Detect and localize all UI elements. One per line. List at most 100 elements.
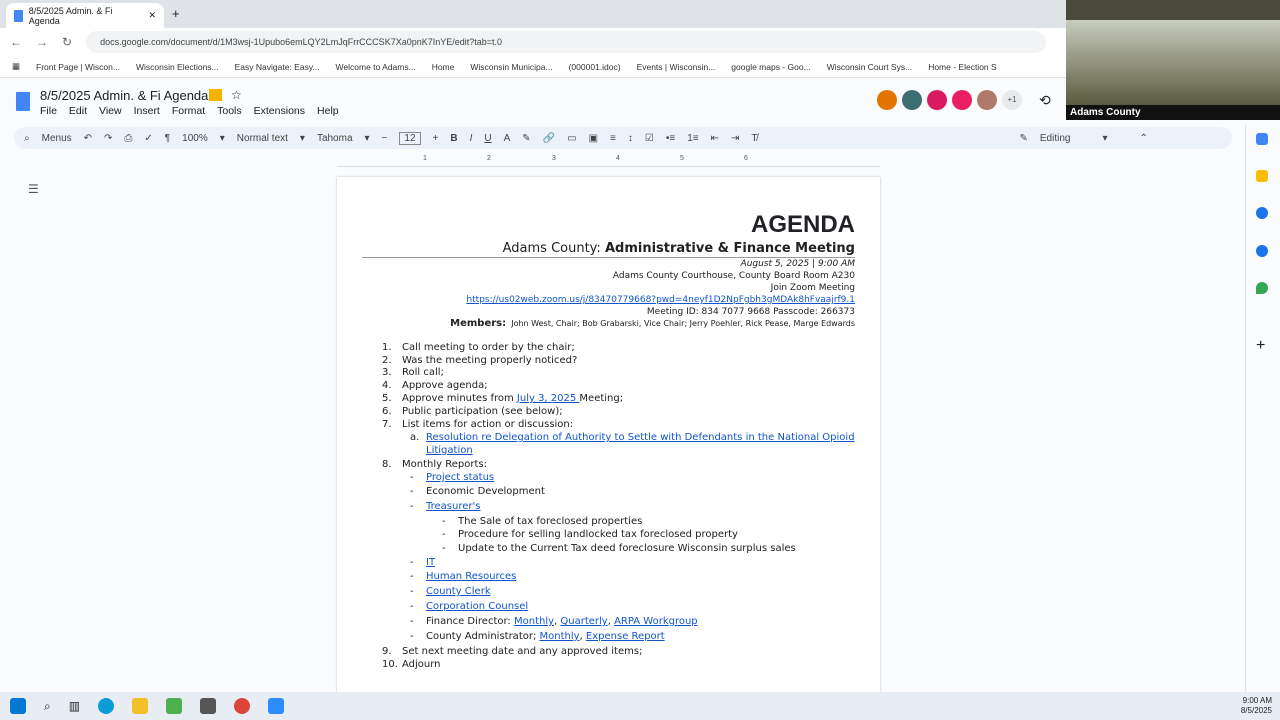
edge-icon[interactable] (98, 698, 115, 714)
maps-icon[interactable] (1256, 282, 1268, 294)
avatar[interactable] (927, 90, 947, 110)
item-link[interactable]: Monthly (514, 616, 554, 627)
bullet-list-icon[interactable]: •≡ (666, 133, 675, 144)
ruler[interactable]: 1 2 3 4 5 6 (337, 155, 880, 167)
tasks-icon[interactable] (1256, 207, 1268, 219)
bookmark[interactable]: Welcome to Adams... (336, 62, 416, 72)
bookmark[interactable]: (000001.idoc) (569, 62, 621, 72)
redo-icon[interactable]: ↷ (104, 133, 112, 144)
new-tab-icon[interactable]: + (172, 6, 180, 21)
contacts-icon[interactable] (1256, 245, 1268, 257)
item-link[interactable]: IT (426, 557, 435, 568)
menu-edit[interactable]: Edit (69, 105, 87, 117)
editing-mode-select[interactable]: Editing (1040, 133, 1071, 144)
item-link[interactable]: Corporation Counsel (426, 601, 528, 612)
menu-tools[interactable]: Tools (217, 105, 242, 117)
menu-help[interactable]: Help (317, 105, 339, 117)
item-link[interactable]: Project status (426, 472, 494, 483)
numbered-list-icon[interactable]: 1≡ (687, 133, 698, 144)
item-link[interactable]: Human Resources (426, 571, 516, 582)
menu-view[interactable]: View (99, 105, 122, 117)
clock[interactable]: 9:00 AM 8/5/2025 (1241, 696, 1272, 716)
paint-format-icon[interactable]: ¶ (165, 133, 170, 144)
font-select[interactable]: Tahoma (317, 133, 353, 144)
item-link[interactable]: July 3, 2025 (517, 393, 580, 404)
decrease-size-icon[interactable]: − (382, 133, 388, 144)
close-icon[interactable]: ✕ (148, 10, 156, 21)
print-icon[interactable]: ⎙ (124, 133, 132, 144)
chrome-icon[interactable] (234, 698, 251, 714)
indent-increase-icon[interactable]: ⇥ (731, 133, 739, 144)
bookmark[interactable]: Home - Election S (928, 62, 997, 72)
bold-icon[interactable]: B (450, 133, 457, 144)
search-icon[interactable]: ⌕ (44, 699, 51, 714)
bookmark[interactable]: Home (432, 62, 455, 72)
item-link[interactable]: Quarterly (560, 616, 607, 627)
indent-decrease-icon[interactable]: ⇤ (711, 133, 719, 144)
text-color-icon[interactable]: A (504, 133, 511, 144)
item-link[interactable]: Resolution re Delegation of Authority to… (426, 432, 855, 443)
browser-tab[interactable]: 8/5/2025 Admin. & Fi Agenda ✕ (6, 3, 164, 28)
outline-icon[interactable]: ☰ (28, 182, 39, 196)
style-select[interactable]: Normal text (237, 133, 288, 144)
back-icon[interactable]: ← (10, 35, 22, 49)
keep-icon[interactable] (1256, 170, 1268, 182)
menu-insert[interactable]: Insert (134, 105, 160, 117)
bookmark[interactable]: Front Page | Wiscon... (36, 62, 120, 72)
bookmark[interactable]: Wisconsin Elections... (136, 62, 219, 72)
bookmark[interactable]: Wisconsin Court Sys... (827, 62, 913, 72)
video-overlay[interactable]: Adams County (1066, 0, 1280, 120)
file-explorer-icon[interactable] (132, 698, 149, 714)
font-size-input[interactable]: 12 (399, 131, 421, 145)
spellcheck-icon[interactable]: ✓ (144, 133, 152, 144)
menu-extensions[interactable]: Extensions (254, 105, 305, 117)
align-icon[interactable]: ≡ (610, 133, 616, 144)
document-title[interactable]: 8/5/2025 Admin. & Fi Agenda (40, 88, 208, 103)
forward-icon[interactable]: → (36, 35, 48, 49)
folder-icon[interactable] (209, 89, 222, 101)
star-icon[interactable]: ☆ (231, 88, 242, 102)
link-icon[interactable]: 🔗 (543, 133, 555, 144)
line-spacing-icon[interactable]: ↕ (628, 133, 633, 144)
undo-icon[interactable]: ↶ (84, 133, 92, 144)
bookmark[interactable]: Events | Wisconsin... (637, 62, 716, 72)
item-link[interactable]: County Clerk (426, 586, 491, 597)
app-icon[interactable] (200, 698, 217, 714)
underline-icon[interactable]: U (484, 133, 491, 144)
item-link[interactable]: Monthly (540, 631, 580, 642)
increase-size-icon[interactable]: + (433, 133, 439, 144)
add-addon-icon[interactable]: + (1256, 337, 1265, 355)
zoom-link[interactable]: https://us02web.zoom.us/j/83470779668?pw… (466, 295, 855, 305)
menus-search[interactable]: Menus (42, 133, 72, 144)
app-icon[interactable] (166, 698, 183, 714)
url-input[interactable]: docs.google.com/document/d/1M3wsj-1Upubo… (86, 31, 1047, 53)
start-icon[interactable] (10, 698, 26, 714)
clear-format-icon[interactable]: T̸ (751, 133, 757, 144)
bookmark[interactable]: Easy Navigate: Easy... (235, 62, 320, 72)
avatar[interactable] (902, 90, 922, 110)
italic-icon[interactable]: I (470, 133, 473, 144)
avatar[interactable] (952, 90, 972, 110)
more-avatars[interactable]: +1 (1002, 90, 1022, 110)
avatar[interactable] (977, 90, 997, 110)
checklist-icon[interactable]: ☑ (645, 133, 654, 144)
item-link[interactable]: Expense Report (586, 631, 665, 642)
calendar-icon[interactable] (1256, 133, 1268, 145)
bookmark[interactable]: Wisconsin Municipa... (470, 62, 552, 72)
reload-icon[interactable]: ↻ (62, 35, 72, 49)
menu-format[interactable]: Format (172, 105, 205, 117)
apps-icon[interactable]: ▦ (12, 61, 20, 72)
image-icon[interactable]: ▣ (589, 133, 598, 144)
zoom-select[interactable]: 100% (182, 133, 208, 144)
zoom-icon[interactable] (268, 698, 285, 714)
comment-icon[interactable]: ▭ (567, 133, 576, 144)
history-icon[interactable]: ⟲ (1039, 92, 1051, 109)
highlight-icon[interactable]: ✎ (522, 133, 530, 144)
bookmark[interactable]: google maps - Goo... (731, 62, 810, 72)
document-page[interactable]: AGENDA Adams County: Administrative & Fi… (337, 177, 880, 692)
item-link[interactable]: Treasurer's (426, 501, 480, 512)
search-icon[interactable]: ⌕ (24, 133, 30, 144)
task-view-icon[interactable]: ▥ (69, 699, 80, 713)
menu-file[interactable]: File (40, 105, 57, 117)
avatar[interactable] (877, 90, 897, 110)
